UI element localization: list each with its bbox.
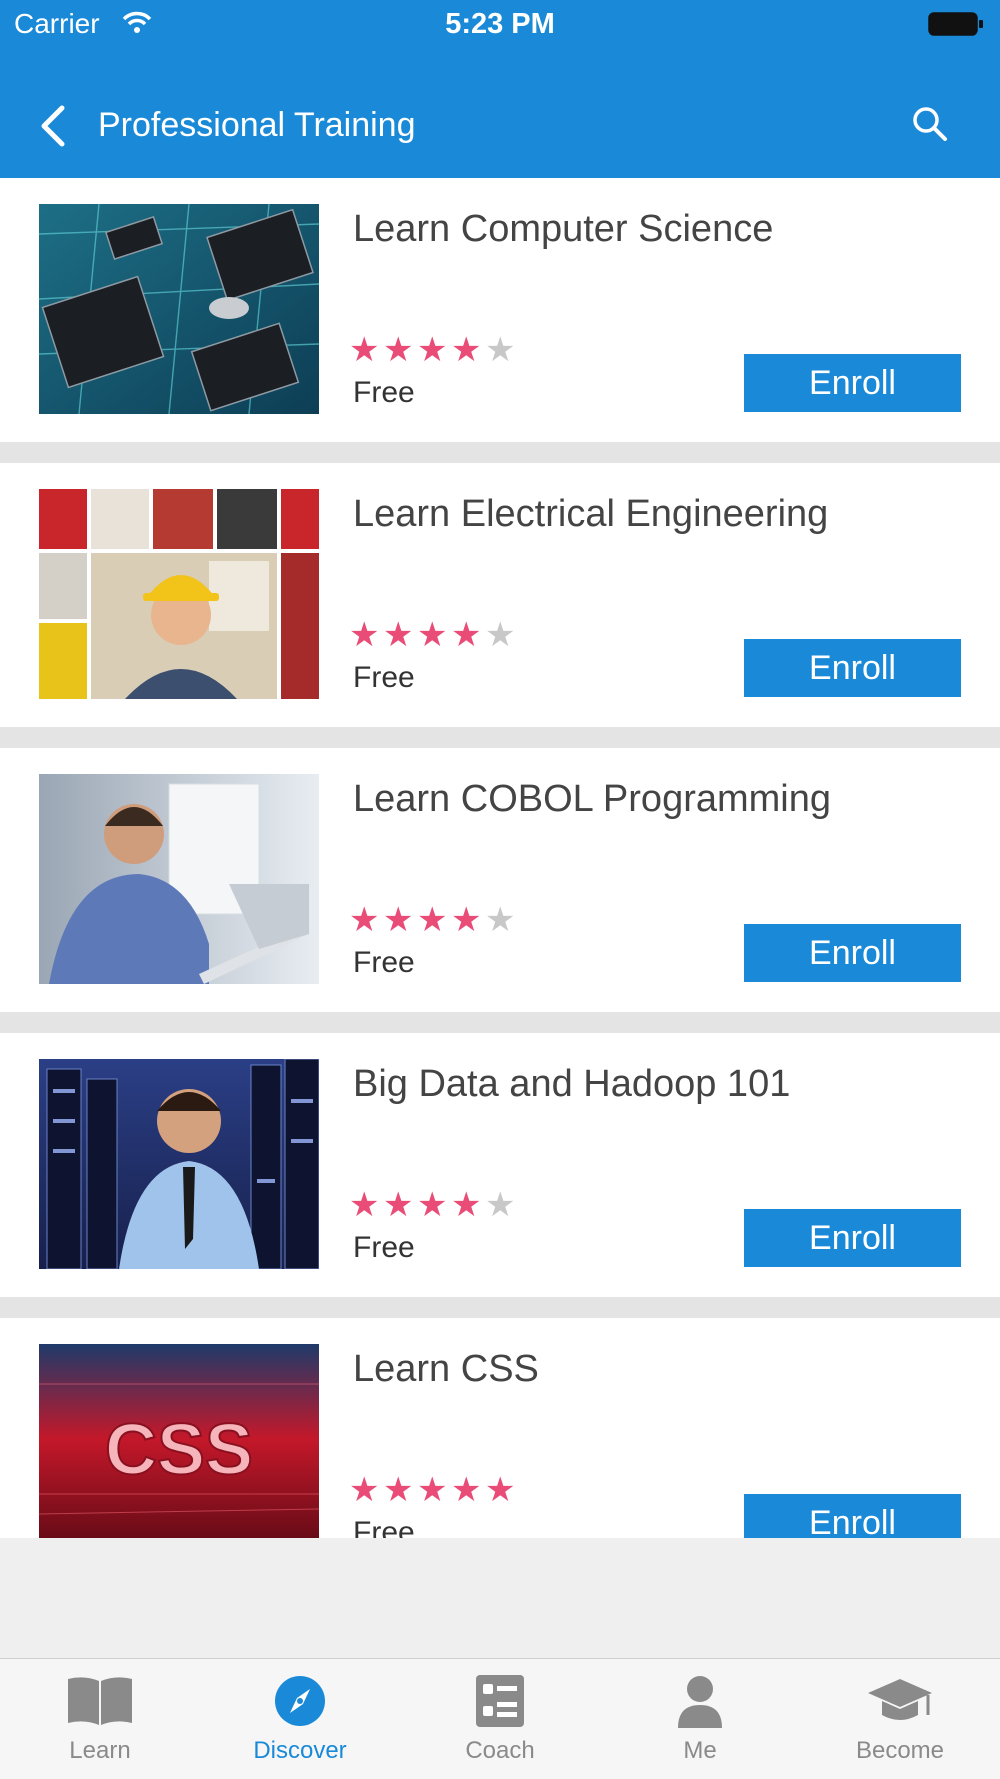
star-icon: ★: [451, 331, 482, 369]
back-chevron-icon[interactable]: [36, 104, 72, 148]
man-with-laptop-image: [39, 774, 319, 984]
enroll-button[interactable]: Enroll: [744, 354, 961, 412]
rating-stars: ★ ★ ★ ★ ★: [349, 1186, 519, 1224]
page-title: Professional Training: [98, 106, 416, 144]
course-card[interactable]: Learn Electrical Engineering ★ ★ ★ ★ ★ Free …: [0, 463, 1000, 727]
course-card[interactable]: CSS Learn CSS ★ ★ ★ ★ ★ Free Enroll: [0, 1318, 1000, 1538]
star-icon: ★: [417, 901, 448, 939]
star-icon: ★: [383, 616, 414, 654]
enroll-button[interactable]: Enroll: [744, 1209, 961, 1267]
star-icon: ★: [383, 1471, 414, 1509]
star-icon: ★: [383, 331, 414, 369]
person-icon: [678, 1676, 722, 1728]
star-icon: ★: [485, 901, 516, 939]
price-label: Free: [353, 661, 415, 694]
book-icon: [68, 1677, 132, 1725]
course-title[interactable]: Learn Computer Science: [353, 208, 773, 251]
star-icon: ★: [451, 1471, 482, 1509]
tab-label: Discover: [253, 1737, 347, 1764]
star-icon: ★: [451, 1186, 482, 1224]
server-room-man-image: [39, 1059, 319, 1269]
price-label: Free: [353, 376, 415, 409]
enroll-button[interactable]: Enroll: [744, 924, 961, 982]
price-label: Free: [353, 1231, 415, 1264]
course-card[interactable]: Learn COBOL Programming ★ ★ ★ ★ ★ Free Enrol…: [0, 748, 1000, 1012]
rating-stars: ★ ★ ★ ★ ★: [349, 616, 519, 654]
tab-become[interactable]: Become: [800, 1659, 1000, 1779]
star-icon: ★: [349, 1186, 380, 1224]
star-icon: ★: [349, 901, 380, 939]
star-icon: ★: [383, 901, 414, 939]
graduation-cap-icon: [868, 1679, 932, 1720]
course-list[interactable]: Learn Computer Science ★ ★ ★ ★ ★ Free Enroll…: [0, 178, 1000, 1538]
star-icon: ★: [417, 1471, 448, 1509]
tab-coach[interactable]: Coach: [400, 1659, 600, 1779]
tab-label: Learn: [69, 1737, 131, 1764]
star-icon: ★: [451, 901, 482, 939]
course-card[interactable]: Big Data and Hadoop 101 ★ ★ ★ ★ ★ Free Enrol…: [0, 1033, 1000, 1297]
search-icon[interactable]: [910, 104, 950, 144]
course-title[interactable]: Learn CSS: [353, 1348, 539, 1391]
star-icon: ★: [417, 1186, 448, 1224]
star-icon: ★: [349, 331, 380, 369]
rating-stars: ★ ★ ★ ★ ★: [349, 1471, 519, 1509]
circuit-board-image: [39, 204, 319, 414]
compass-icon: [275, 1676, 325, 1726]
course-title[interactable]: Big Data and Hadoop 101: [353, 1063, 790, 1106]
course-card[interactable]: Learn Computer Science ★ ★ ★ ★ ★ Free Enroll: [0, 178, 1000, 442]
price-label: Free: [353, 946, 415, 979]
star-icon: ★: [349, 1471, 380, 1509]
star-icon: ★: [485, 1471, 516, 1509]
star-icon: ★: [485, 1186, 516, 1224]
list-icon: [476, 1675, 524, 1727]
tab-learn[interactable]: Learn: [0, 1659, 200, 1779]
tab-bar: Learn Discover Coach Me Become: [0, 1658, 1000, 1779]
star-icon: ★: [383, 1186, 414, 1224]
enroll-button[interactable]: Enroll: [744, 1494, 961, 1538]
price-label: Free: [353, 1516, 415, 1538]
course-title[interactable]: Learn Electrical Engineering: [353, 493, 828, 536]
css-red-text-image: CSS: [39, 1344, 319, 1538]
star-icon: ★: [485, 331, 516, 369]
rating-stars: ★ ★ ★ ★ ★: [349, 901, 519, 939]
enroll-button[interactable]: Enroll: [744, 639, 961, 697]
tab-label: Become: [855, 1737, 945, 1764]
star-icon: ★: [417, 616, 448, 654]
tab-label: Coach: [465, 1737, 535, 1764]
header: Carrier 5:23 PM Professional Training: [0, 0, 1000, 178]
star-icon: ★: [417, 331, 448, 369]
rating-stars: ★ ★ ★ ★ ★: [349, 331, 519, 369]
status-time: 5:23 PM: [445, 8, 555, 40]
star-icon: ★: [451, 616, 482, 654]
battery-icon: [928, 12, 983, 36]
tab-label: Me: [683, 1737, 717, 1764]
electrician-collage-image: [39, 489, 319, 699]
star-icon: ★: [349, 616, 380, 654]
tab-discover[interactable]: Discover: [200, 1659, 400, 1779]
star-icon: ★: [485, 616, 516, 654]
course-title[interactable]: Learn COBOL Programming: [353, 778, 831, 821]
svg-text:CSS: CSS: [105, 1410, 253, 1490]
tab-me[interactable]: Me: [600, 1659, 800, 1779]
